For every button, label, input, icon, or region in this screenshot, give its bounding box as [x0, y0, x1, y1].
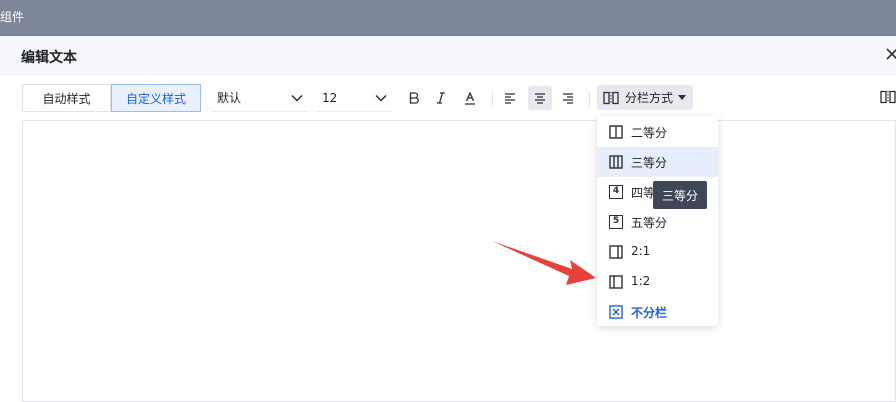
menu-item-label: 2:1	[631, 244, 651, 258]
chevron-down-icon	[291, 94, 303, 102]
font-size-value: 12	[322, 90, 338, 105]
ratio-1-2-icon	[609, 275, 623, 289]
text-toolbar: 自动样式 自定义样式 默认 12 分栏方式	[0, 76, 896, 122]
menu-item-ratio-2-1[interactable]: 2:1	[597, 237, 718, 267]
chevron-down-icon	[375, 94, 387, 102]
three-columns-icon	[609, 155, 623, 169]
menu-item-label: 五等分	[631, 216, 668, 230]
columns-button-label: 分栏方式	[625, 91, 674, 105]
text-color-icon	[465, 91, 475, 105]
align-right-button[interactable]	[556, 86, 580, 110]
tooltip: 三等分	[653, 181, 707, 209]
menu-item-five-columns[interactable]: 5 五等分	[597, 207, 718, 237]
menu-item-label: 三等分	[631, 156, 668, 170]
menu-item-label: 二等分	[631, 126, 668, 140]
menu-item-label: 不分栏	[631, 306, 668, 320]
align-left-icon	[505, 93, 515, 104]
toolbar-divider	[589, 91, 590, 107]
align-left-button[interactable]	[498, 86, 522, 110]
italic-button[interactable]	[429, 86, 453, 110]
bold-button[interactable]	[402, 86, 426, 110]
menu-item-label: 1:2	[631, 274, 651, 288]
app-topbar: 组件	[0, 0, 896, 34]
menu-item-three-columns[interactable]: 三等分	[597, 147, 718, 177]
menu-item-two-columns[interactable]: 二等分	[597, 117, 718, 147]
text-editor-area[interactable]	[22, 120, 896, 402]
columns-dropdown-button[interactable]: 分栏方式	[597, 85, 693, 110]
dialog-title: 编辑文本	[21, 50, 77, 66]
underline-button[interactable]	[458, 86, 482, 110]
ratio-2-1-icon	[609, 245, 623, 259]
font-size-select[interactable]: 12	[316, 84, 392, 112]
font-family-value: 默认	[217, 91, 242, 105]
caret-down-icon	[678, 94, 687, 100]
italic-icon	[437, 92, 445, 104]
number-4-icon: 4	[609, 185, 623, 199]
two-columns-icon	[609, 125, 623, 139]
columns-icon	[603, 91, 619, 104]
menu-item-ratio-1-2[interactable]: 1:2	[597, 267, 718, 297]
align-right-icon	[563, 93, 573, 104]
custom-style-tab[interactable]: 自定义样式	[111, 84, 201, 112]
no-columns-icon	[609, 305, 623, 319]
auto-style-tab[interactable]: 自动样式	[22, 84, 111, 112]
align-center-button[interactable]	[528, 86, 552, 110]
menu-item-no-columns[interactable]: 不分栏	[597, 297, 718, 327]
columns-icon[interactable]	[880, 90, 896, 104]
close-icon[interactable]	[882, 44, 896, 64]
topbar-title: 组件	[0, 10, 25, 24]
bold-icon	[409, 92, 419, 104]
font-family-select[interactable]: 默认	[211, 84, 308, 112]
annotation-arrow-icon	[492, 241, 596, 285]
toolbar-divider	[492, 91, 493, 107]
columns-dropdown-menu: 二等分 三等分 4 四等分 5 五等分 2:1 1:2 不分栏	[597, 116, 718, 326]
number-5-icon: 5	[609, 215, 623, 229]
edit-text-dialog: 编辑文本 自动样式 自定义样式 默认 12 分栏方式	[0, 36, 896, 402]
align-center-icon	[535, 93, 545, 104]
dialog-header: 编辑文本	[0, 36, 896, 76]
